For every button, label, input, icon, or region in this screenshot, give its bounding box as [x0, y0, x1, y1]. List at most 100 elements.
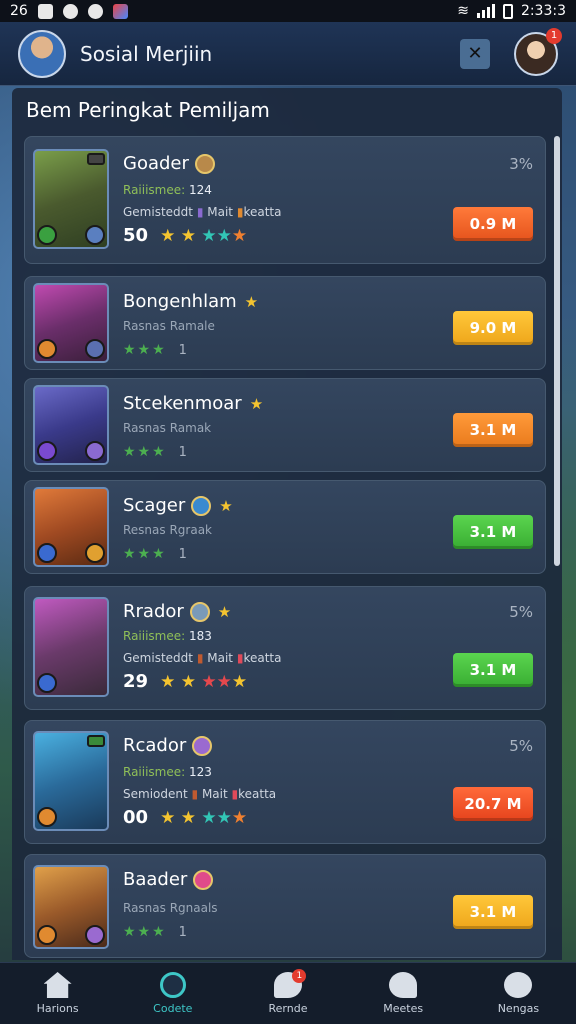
ranking-panel: Bem Peringkat Pemiljam Goader Raiiismee:… — [12, 88, 562, 960]
wifi-icon: ≋ — [457, 3, 469, 19]
tag-icon: ▮ — [196, 651, 204, 665]
star-icon: ★ — [231, 808, 248, 828]
rating-row: ★★★ 1 — [123, 546, 187, 562]
scrollbar[interactable] — [554, 136, 560, 566]
player-portrait — [33, 385, 109, 465]
star-icon: ★ — [249, 395, 264, 413]
guild-badge-icon — [192, 736, 213, 756]
player-subtitle: Rasnas Ramak — [123, 421, 212, 435]
guild-badge-icon — [191, 496, 212, 516]
app-avatar[interactable] — [18, 29, 66, 78]
star-icon: ★★ — [201, 226, 232, 246]
player-name: Stcekenmoar ★ — [123, 393, 264, 414]
value-button[interactable]: 3.1 M — [453, 413, 533, 447]
class-icon — [37, 543, 57, 563]
list-item[interactable]: Rcador Raiiismee: 123 Semiodent ▮ Mait ▮… — [24, 720, 546, 844]
nav-item-game[interactable]: Codete — [115, 963, 230, 1024]
player-stat-line: Raiiismee: 123 — [123, 765, 212, 779]
rating-row: ★★★ 1 — [123, 342, 187, 358]
shield-icon — [85, 225, 105, 245]
rank-icon — [87, 735, 105, 747]
value-button[interactable]: 0.9 M — [453, 207, 533, 241]
class-icon — [37, 339, 57, 359]
nav-item-chat[interactable]: Rernde 1 — [230, 963, 345, 1024]
list-item[interactable]: Scager ★ Resnas Rgraak ★★★ 1 3.1 M — [24, 480, 546, 574]
player-portrait — [33, 487, 109, 567]
nav-item-home[interactable]: Harions — [0, 963, 115, 1024]
class-icon — [37, 441, 57, 461]
status-bar: 26 ≋ 2:33:3 — [0, 0, 576, 22]
value-button[interactable]: 20.7 M — [453, 787, 533, 821]
tag-icon: ▮ — [191, 787, 199, 801]
nav-notification-badge: 1 — [292, 969, 307, 983]
rating-row: 00 ★ ★ ★★★ — [123, 807, 248, 828]
tag-icon: ▮ — [196, 205, 204, 219]
section-title: Bem Peringkat Pemiljam — [26, 98, 270, 122]
value-button[interactable]: 3.1 M — [453, 895, 533, 929]
app-icon — [62, 3, 78, 19]
rating-row: ★★★ 1 — [123, 444, 187, 460]
list-item[interactable]: Rrador ★ Raiiismee: 183 Gemisteddt ▮ Mait… — [24, 586, 546, 710]
app-header: Sosial Merjiin ✕ 1 — [0, 22, 576, 86]
player-portrait — [33, 597, 109, 697]
player-name: Rcador — [123, 735, 213, 756]
class-icon — [37, 925, 57, 945]
player-name: Bongenhlam ★ — [123, 291, 259, 312]
player-name: Goader — [123, 153, 215, 174]
rating-row: 50 ★ ★ ★★★ — [123, 225, 248, 246]
profile-button[interactable]: 1 — [514, 27, 562, 76]
player-portrait — [33, 865, 109, 949]
list-item[interactable]: Baader Rasnas Rgnaals ★★★ 1 3.1 M — [24, 854, 546, 958]
list-item[interactable]: Stcekenmoar ★ Rasnas Ramak ★★★ 1 3.1 M — [24, 378, 546, 472]
close-button[interactable]: ✕ — [460, 38, 490, 69]
rank-icon — [87, 153, 105, 165]
rank-percent: 5% — [509, 603, 533, 621]
message-icon — [389, 972, 418, 998]
guild-badge-icon — [194, 154, 215, 174]
star-icon: ★ — [231, 226, 248, 246]
status-time-left: 26 — [10, 3, 28, 19]
star-icon: ★ — [219, 497, 233, 515]
chat-icon — [87, 3, 103, 19]
star-icon: ★★ — [201, 672, 232, 692]
game-icon — [159, 972, 186, 998]
star-icon: ★ ★ — [160, 226, 196, 246]
shield-icon — [85, 543, 105, 563]
shield-icon — [85, 925, 105, 945]
page-title: Sosial Merjiin — [80, 41, 213, 66]
nav-item-settings[interactable]: Nengas — [461, 963, 576, 1024]
star-icon: ★★ — [201, 808, 232, 828]
guild-badge-icon — [193, 870, 214, 890]
status-time-right: 2:33:3 — [520, 3, 566, 19]
signal-icon — [476, 4, 495, 18]
player-detail-line: Semiodent ▮ Mait ▮keatta — [123, 787, 277, 801]
star-icon: ★ — [217, 603, 232, 621]
value-button[interactable]: 9.0 M — [453, 311, 533, 345]
rank-percent: 3% — [509, 155, 533, 173]
value-button[interactable]: 3.1 M — [453, 653, 533, 687]
battery-icon — [502, 3, 513, 19]
list-item[interactable]: Bongenhlam ★ Rasnas Ramale ★★★ 1 9.0 M — [24, 276, 546, 370]
value-button[interactable]: 3.1 M — [453, 515, 533, 549]
player-name: Rrador ★ — [123, 601, 232, 622]
close-icon: ✕ — [467, 43, 483, 64]
class-icon — [37, 673, 57, 693]
player-portrait — [33, 149, 109, 249]
bottom-nav: Harions Codete Rernde 1 Meetes Nengas — [0, 962, 576, 1024]
player-detail-line: Gemisteddt ▮ Mait ▮keatta — [123, 205, 282, 219]
list-item[interactable]: Goader Raiiismee: 124 Gemisteddt ▮ Mait … — [24, 136, 546, 264]
game-icon — [112, 3, 128, 19]
nav-item-messages[interactable]: Meetes — [346, 963, 461, 1024]
notification-icon — [37, 3, 53, 19]
player-portrait — [33, 283, 109, 363]
player-stat-line: Raiiismee: 183 — [123, 629, 212, 643]
player-detail-line: Gemisteddt ▮ Mait ▮keatta — [123, 651, 282, 665]
player-subtitle: Rasnas Rgnaals — [123, 901, 218, 915]
shield-icon — [85, 339, 105, 359]
star-icon: ★ ★ — [160, 672, 196, 692]
star-icon: ★ ★ — [160, 808, 196, 828]
class-icon — [37, 807, 57, 827]
star-icon: ★ — [231, 672, 248, 692]
home-icon — [43, 972, 72, 998]
rating-row: ★★★ 1 — [123, 924, 187, 940]
